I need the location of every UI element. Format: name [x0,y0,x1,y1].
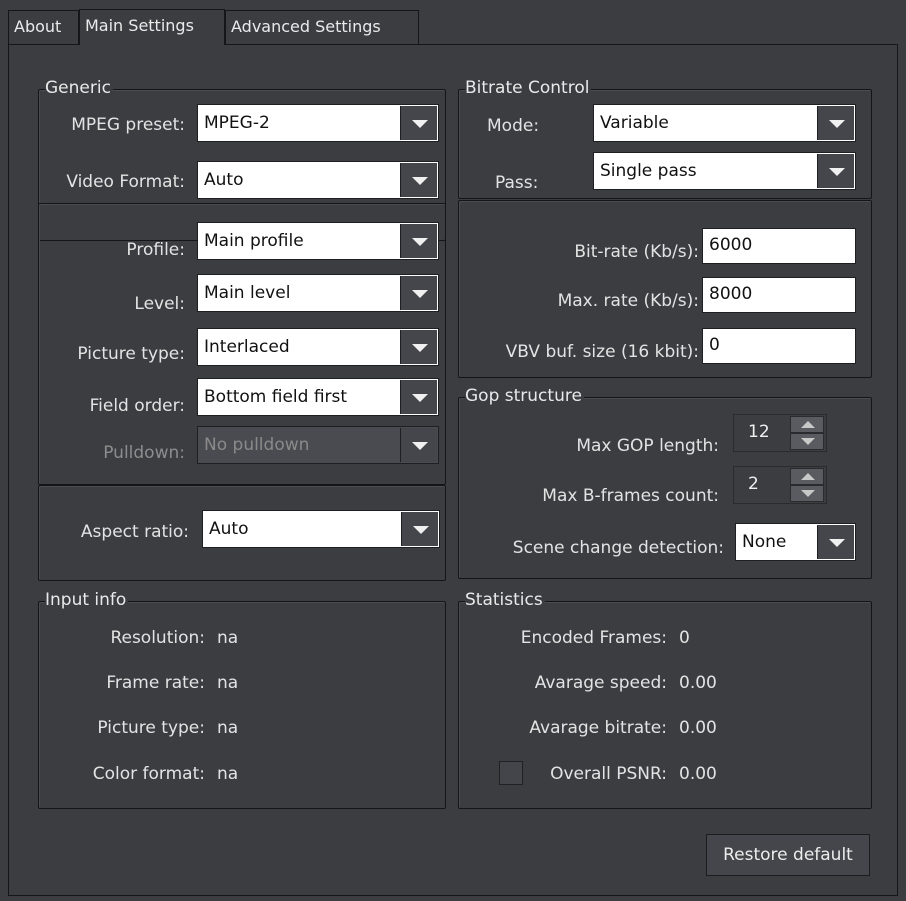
scene-change-value: None [742,532,787,552]
mode-value: Variable [600,113,669,133]
scene-change-select[interactable]: None [735,523,856,561]
maxrate-label: Max. rate (Kb/s): [557,291,699,311]
profile-label: Profile: [126,240,185,260]
picture-type-value: Interlaced [204,337,290,357]
vbv-input[interactable]: 0 [702,328,856,364]
input-picture-type-value: na [217,718,239,738]
level-label: Level: [134,294,185,314]
gop-structure-title: Gop structure [465,386,584,406]
main-settings-panel: Generic MPEG preset: MPEG-2 Video Format… [8,44,898,896]
chevron-down-icon[interactable] [401,512,438,546]
overall-psnr-value: 0.00 [679,764,717,784]
mode-select[interactable]: Variable [593,104,856,142]
maxrate-input[interactable]: 8000 [702,277,856,313]
picture-type-select[interactable]: Interlaced [197,328,439,366]
pulldown-label: Pulldown: [103,443,185,463]
tab-main-settings[interactable]: Main Settings [79,9,225,45]
input-picture-type-label: Picture type: [97,718,205,738]
chevron-down-icon[interactable] [817,154,854,188]
spin-down-icon[interactable] [790,485,824,502]
max-b-frames-value: 2 [748,474,759,494]
tab-bar: About Main Settings Advanced Settings [8,9,898,45]
max-gop-value: 12 [748,422,770,442]
resolution-label: Resolution: [110,628,205,648]
max-b-frames-label: Max B-frames count: [542,486,719,506]
generic-group-title: Generic [45,78,113,98]
average-bitrate-value: 0.00 [679,718,717,738]
tab-advanced-settings[interactable]: Advanced Settings [225,10,419,44]
overall-psnr-checkbox[interactable] [499,761,523,785]
max-gop-label: Max GOP length: [576,436,719,456]
aspect-ratio-value: Auto [209,519,249,539]
picture-type-label: Picture type: [77,344,185,364]
frame-rate-value: na [217,673,239,693]
color-format-label: Color format: [92,764,205,784]
spin-down-icon[interactable] [790,433,824,450]
pass-select[interactable]: Single pass [593,152,856,190]
encoded-frames-label: Encoded Frames: [520,628,667,648]
chevron-down-icon[interactable] [817,525,854,559]
field-order-label: Field order: [89,396,185,416]
frame-rate-label: Frame rate: [106,673,205,693]
mpeg-preset-value: MPEG-2 [204,113,270,133]
chevron-down-icon[interactable] [400,330,437,364]
aspect-ratio-select[interactable]: Auto [202,510,440,548]
chevron-down-icon[interactable] [400,163,437,197]
aspect-ratio-label: Aspect ratio: [80,522,189,542]
resolution-value: na [217,628,239,648]
chevron-down-icon[interactable] [400,428,437,462]
field-order-select[interactable]: Bottom field first [197,378,439,416]
field-order-value: Bottom field first [204,387,348,407]
mode-label: Mode: [487,116,540,136]
overall-psnr-label: Overall PSNR: [550,764,667,784]
pulldown-value: No pulldown [204,435,310,455]
bitrate-label: Bit-rate (Kb/s): [574,242,699,262]
video-format-select[interactable]: Auto [197,161,439,199]
input-info-title: Input info [45,590,129,610]
max-b-frames-spinbox[interactable]: 2 [733,466,827,504]
video-format-value: Auto [204,170,244,190]
chevron-down-icon[interactable] [400,276,437,310]
bitrate-control-title: Bitrate Control [465,78,592,98]
color-format-value: na [217,764,239,784]
chevron-down-icon[interactable] [400,106,437,140]
chevron-down-icon[interactable] [400,380,437,414]
video-format-label: Video Format: [66,172,185,192]
mpeg-preset-label: MPEG preset: [71,115,185,135]
mpeg-preset-select[interactable]: MPEG-2 [197,104,439,142]
bitrate-input[interactable]: 6000 [702,228,856,264]
chevron-down-icon[interactable] [817,106,854,140]
profile-value: Main profile [204,231,304,251]
average-speed-label: Avarage speed: [534,673,667,693]
average-bitrate-label: Avarage bitrate: [529,718,667,738]
pass-value: Single pass [600,161,697,181]
level-select[interactable]: Main level [197,274,439,312]
vbv-label: VBV buf. size (16 kbit): [505,342,699,362]
statistics-title: Statistics [465,590,545,610]
max-gop-spinbox[interactable]: 12 [733,414,827,452]
restore-default-button[interactable]: Restore default [706,834,870,876]
pass-label: Pass: [495,173,539,193]
profile-select[interactable]: Main profile [197,222,439,260]
spin-up-icon[interactable] [790,468,824,485]
chevron-down-icon[interactable] [400,224,437,258]
level-value: Main level [204,283,291,303]
pulldown-select[interactable]: No pulldown [197,426,439,464]
tab-about[interactable]: About [8,10,79,44]
encoded-frames-value: 0 [679,628,690,648]
scene-change-label: Scene change detection: [512,538,724,558]
spin-up-icon[interactable] [790,416,824,433]
average-speed-value: 0.00 [679,673,717,693]
